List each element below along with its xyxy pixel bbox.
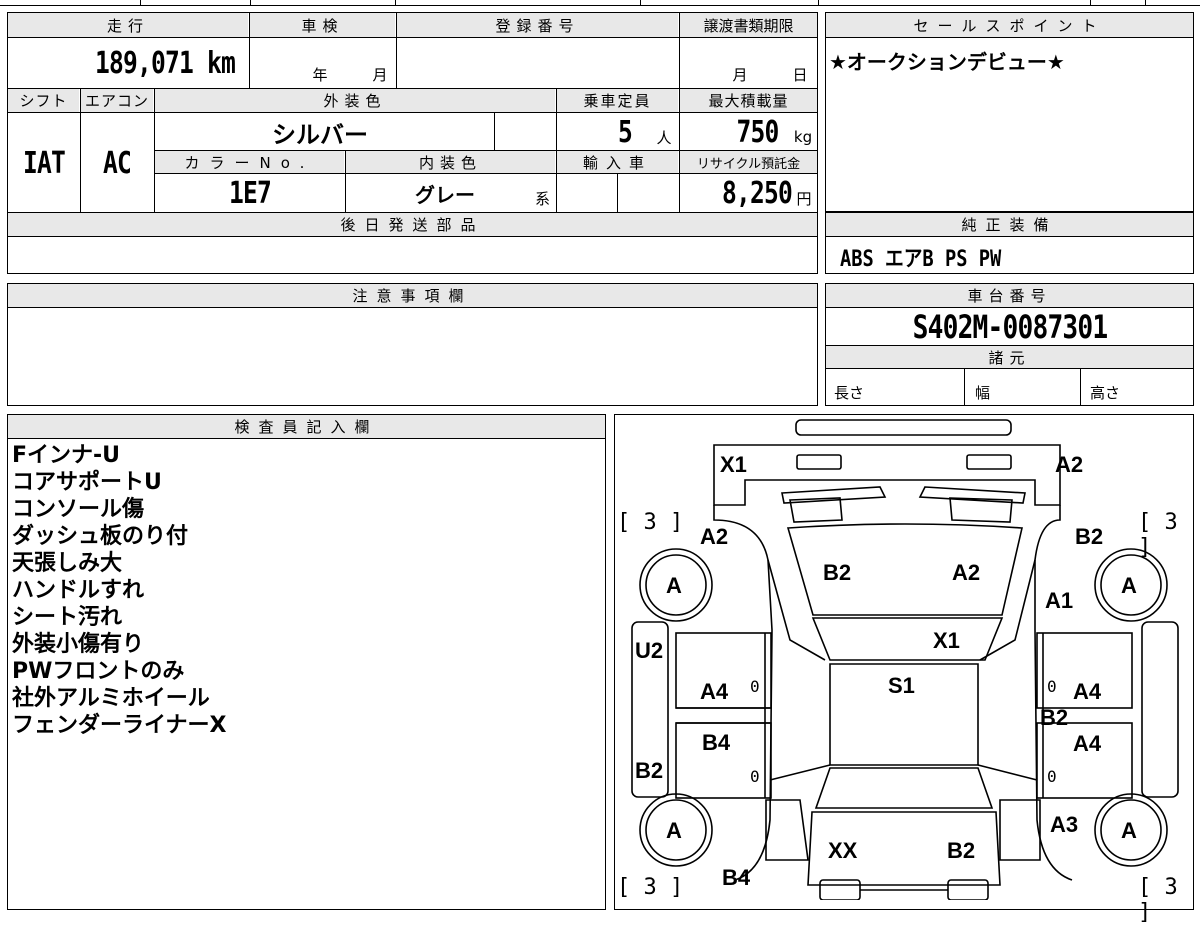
note-item: 社外アルミホイール — [12, 686, 210, 711]
zero-mark: 0 — [750, 767, 760, 786]
transfer-month: 月 — [732, 65, 748, 84]
dmg-hood-left: B2 — [823, 560, 852, 585]
specs-header: 諸元 — [826, 346, 1193, 368]
recycle-header: リサイクル預託金 — [680, 151, 817, 173]
zero-mark: 0 — [750, 677, 760, 696]
note-item: ハンドルすれ — [12, 578, 145, 603]
zero-mark: 0 — [1047, 767, 1057, 786]
tire-rl-label: A — [666, 818, 682, 843]
dmg-hood-right: A2 — [952, 560, 981, 585]
dmg-pillar-left-rear: B2 — [635, 758, 664, 783]
inspection-header: 車検 — [250, 13, 395, 37]
maxload-unit: kg — [793, 128, 813, 146]
dmg-sill-right: B2 — [1040, 705, 1069, 730]
tire-fr-label: A — [1121, 573, 1137, 598]
dmg-pillar-left: U2 — [635, 638, 664, 663]
registration-value — [400, 40, 675, 86]
car-diagram — [631, 419, 1179, 900]
later-parts-header: 後日発送部品 — [8, 213, 817, 236]
note-item: PWフロントのみ — [12, 659, 185, 684]
registration-header: 登録番号 — [397, 13, 678, 37]
capacity-header: 乗車定員 — [557, 89, 678, 112]
inspector-notes: Fインナ-U コアサポートU コンソール傷 ダッシュ板のり付 天張しみ大 ハンド… — [12, 442, 227, 739]
recycle-value: 8,250 — [722, 175, 793, 211]
chassis-number: S402M-0087301 — [912, 307, 1109, 346]
mileage-value: 189,071 km — [95, 45, 236, 81]
inspector-header: 検査員記入欄 — [8, 415, 605, 438]
colorno-header: カラーNo. — [155, 151, 344, 173]
note-item: シート汚れ — [12, 605, 123, 630]
dmg-door-fr: A4 — [1073, 679, 1102, 704]
interior-suffix: 系 — [534, 189, 550, 208]
sales-point-header: セールスポイント — [826, 13, 1193, 37]
tire-rr-label: A — [1121, 818, 1137, 843]
exterior-header: 外装色 — [155, 89, 555, 112]
equipment-header: 純正装備 — [826, 213, 1193, 236]
chassis-header: 車台番号 — [826, 284, 1193, 307]
tread-fr: [ 3 ] — [1138, 510, 1178, 560]
interior-value: グレー — [415, 182, 475, 207]
shift-header: シフト — [8, 89, 79, 112]
maxload-header: 最大積載量 — [680, 89, 817, 112]
dmg-front-right: A2 — [1055, 452, 1084, 477]
width-label: 幅 — [975, 384, 991, 402]
transfer-header: 譲渡書類期限 — [680, 13, 817, 37]
dmg-trunk-right: B2 — [947, 838, 976, 863]
transfer-day: 日 — [792, 65, 808, 84]
zero-mark: 0 — [1047, 677, 1057, 696]
length-label: 長さ — [834, 384, 865, 402]
colorno-value: 1E7 — [229, 175, 272, 211]
dmg-rear-left: B4 — [722, 865, 751, 890]
note-item: 外装小傷有り — [12, 632, 145, 657]
capacity-value: 5 — [618, 114, 633, 150]
tread-rr: [ 3 ] — [1138, 875, 1178, 925]
dmg-quarter-right: A3 — [1050, 812, 1079, 837]
dmg-rear-glass: XX — [828, 838, 858, 863]
inspection-month: 月 — [372, 65, 388, 84]
note-item: コアサポートU — [12, 470, 162, 495]
dmg-front-left: X1 — [720, 452, 747, 477]
tread-rl: [ 3 ] — [617, 875, 684, 900]
dmg-windshield: X1 — [933, 628, 960, 653]
recycle-unit: 円 — [796, 189, 812, 208]
dmg-roof: S1 — [888, 673, 915, 698]
dmg-fender-right-lower: A1 — [1045, 588, 1074, 613]
sales-point-box — [825, 12, 1194, 212]
interior-header: 内装色 — [346, 151, 555, 173]
import-header: 輸入車 — [557, 151, 678, 173]
inspection-year: 年 — [312, 65, 328, 84]
tread-fl: [ 3 ] — [617, 510, 684, 535]
dmg-fender-left: A2 — [700, 524, 729, 549]
note-item: フェンダーライナーX — [12, 713, 227, 738]
height-label: 高さ — [1090, 384, 1121, 402]
sales-point-text: ★オークションデビュー★ — [829, 50, 1065, 74]
caution-header: 注意事項欄 — [8, 284, 817, 307]
maxload-value: 750 — [736, 114, 780, 150]
dmg-door-rl: B4 — [702, 730, 731, 755]
note-item: Fインナ-U — [12, 443, 121, 468]
exterior-value: シルバー — [272, 120, 368, 149]
note-item: 天張しみ大 — [12, 551, 123, 576]
dmg-fender-right: B2 — [1075, 524, 1104, 549]
shift-value: IAT — [23, 145, 66, 181]
aircon-value: AC — [103, 145, 132, 181]
capacity-unit: 人 — [656, 128, 672, 147]
equipment-text: ABS エアB PS PW — [840, 247, 1002, 272]
dmg-door-rr: A4 — [1073, 731, 1102, 756]
note-item: ダッシュ板のり付 — [12, 524, 189, 549]
top-strip — [0, 0, 1200, 6]
dmg-door-fl: A4 — [700, 679, 729, 704]
mileage-header: 走行 — [8, 13, 248, 37]
aircon-header: エアコン — [81, 89, 153, 112]
tire-fl-label: A — [666, 573, 682, 598]
note-item: コンソール傷 — [12, 497, 145, 522]
